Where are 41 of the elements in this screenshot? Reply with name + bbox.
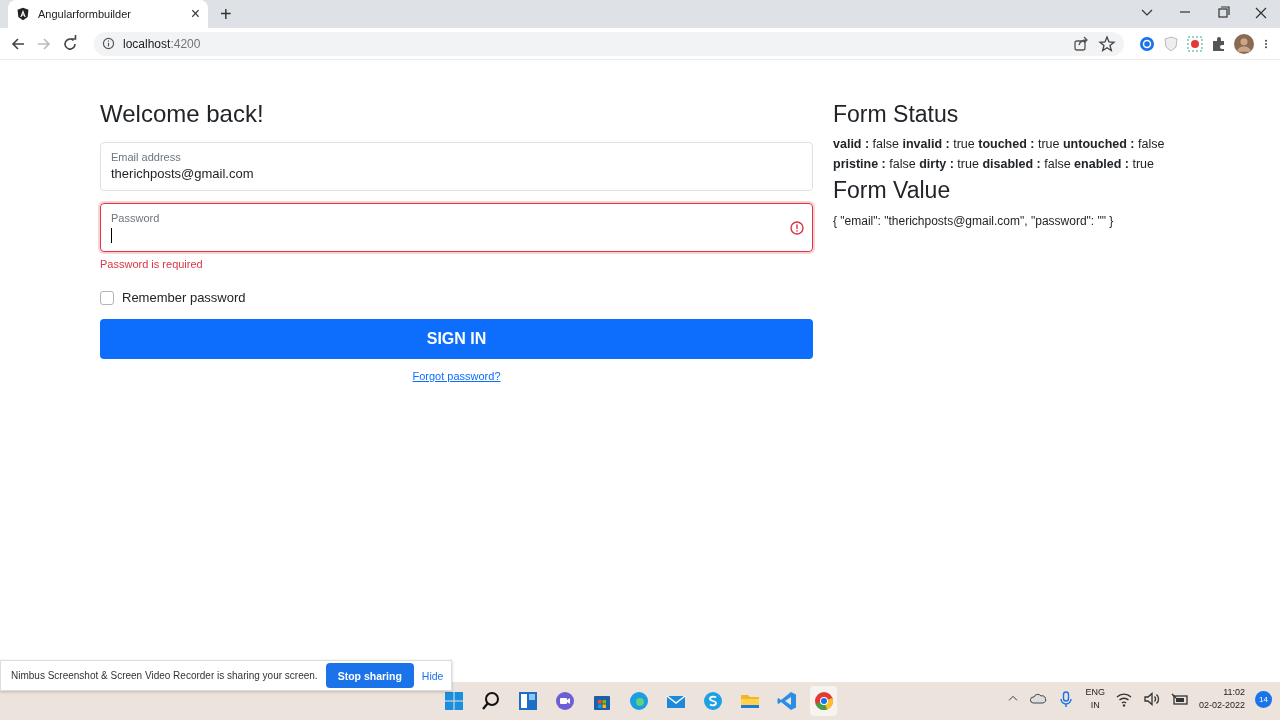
form-heading: Welcome back!	[100, 100, 265, 128]
widgets-icon[interactable]	[517, 691, 538, 711]
share-icon[interactable]	[1072, 34, 1090, 53]
notification-badge[interactable]: 14	[1255, 690, 1272, 708]
stop-sharing-button[interactable]: Stop sharing	[325, 663, 414, 688]
forgot-password-link[interactable]: Forgot password?	[412, 370, 501, 382]
status-line: pristine : false dirty : true disabled : false enabled : true	[833, 156, 1155, 173]
info-icon	[102, 37, 115, 50]
error-icon	[790, 221, 804, 235]
windows-start-icon[interactable]	[443, 691, 464, 711]
search-icon[interactable]	[480, 691, 501, 711]
value-heading: Form Value	[833, 176, 952, 204]
clock-date[interactable]: 02-02-2022	[1198, 699, 1245, 712]
remember-checkbox[interactable]	[100, 290, 114, 305]
password-field[interactable]: Password	[100, 203, 813, 252]
star-icon[interactable]	[1098, 34, 1116, 53]
avatar-icon[interactable]	[1234, 33, 1254, 54]
code-editor-icon[interactable]	[776, 691, 797, 711]
error-message: Password is required	[100, 258, 204, 270]
hide-button[interactable]: Hide	[421, 669, 444, 682]
skype-icon[interactable]	[702, 691, 723, 711]
language-label[interactable]: ENG	[1085, 686, 1105, 699]
field-value: therichposts@gmail.com	[111, 166, 254, 181]
browser-tab[interactable]: Angularformbuilder ×	[8, 0, 208, 28]
sign-in-button[interactable]: SIGN IN	[100, 319, 813, 359]
region-label[interactable]: IN	[1090, 699, 1100, 712]
address-bar[interactable]: localhost:4200	[94, 31, 1124, 56]
new-tab-button[interactable]: +	[216, 2, 236, 26]
close-tab-button[interactable]: ×	[190, 5, 200, 23]
shield-logo-icon	[16, 7, 30, 21]
video-chat-icon[interactable]	[554, 691, 575, 711]
status-heading: Form Status	[833, 100, 960, 128]
clock-time[interactable]: 11:02	[1223, 686, 1245, 699]
form-value-text: { "email": "therichposts@gmail.com", "password": "" }	[833, 214, 1115, 228]
chrome-icon[interactable]	[813, 691, 834, 711]
status-line: valid : false invalid : true touched : true untouched : false	[833, 136, 1165, 153]
sharing-message: Nimbus Screenshot & Screen Video Recorder is sharing your screen.	[11, 670, 318, 681]
speaker-icon[interactable]	[1142, 690, 1161, 708]
record-icon[interactable]	[1186, 34, 1204, 53]
checkbox-label: Remember password	[122, 290, 246, 305]
email-field[interactable]: Email address therichposts@gmail.com	[100, 142, 813, 191]
